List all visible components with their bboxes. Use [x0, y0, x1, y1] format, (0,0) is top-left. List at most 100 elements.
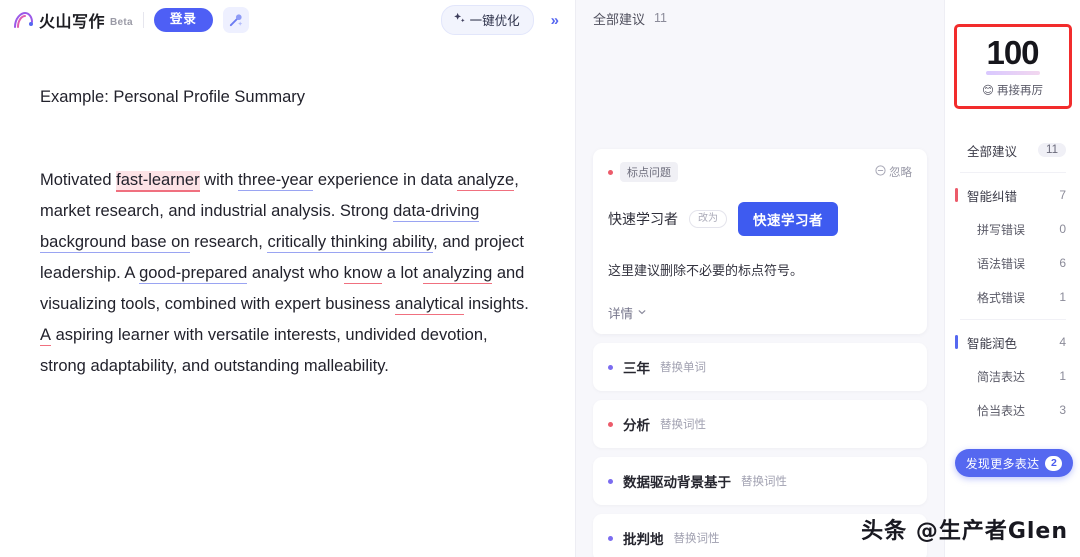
apply-replacement-button[interactable]: 快速学习者: [738, 202, 838, 236]
toolbar-divider: [142, 12, 144, 28]
doc-flagged-text[interactable]: A: [40, 326, 52, 346]
score-value: 100: [986, 33, 1039, 71]
detail-label: 详情: [608, 307, 634, 321]
sidebar-item-1[interactable]: 智能纠错 7: [945, 178, 1080, 212]
suggestion-kind: 替换单词: [660, 362, 706, 374]
optimize-button[interactable]: 一键优化: [440, 5, 534, 35]
sidebar-item-label: 智能纠错: [967, 189, 1018, 204]
doc-text: research,: [189, 233, 268, 251]
suggestion-card-active[interactable]: 标点问题 忽略 快速学习者 改为 快速学习者 这里建议删除不必要的标点符号。 详…: [593, 149, 927, 334]
sidebar-item-2[interactable]: 拼写错误 0: [945, 212, 1080, 246]
suggestions-list: 标点问题 忽略 快速学习者 改为 快速学习者 这里建议删除不必要的标点符号。 详…: [576, 36, 944, 557]
doc-flagged-text[interactable]: analytical: [394, 295, 464, 315]
smile-emoji-icon: 😊: [982, 84, 994, 97]
list-item[interactable]: 分析 替换词性: [593, 400, 927, 448]
sidebar-item-label: 语法错误: [977, 256, 1026, 271]
watermark: 头条 @生产者Glen: [861, 519, 1068, 544]
document-body[interactable]: Example: Personal Profile Summary Motiva…: [0, 40, 576, 557]
doc-text: experience in data: [313, 171, 458, 189]
doc-flagged-text[interactable]: critically thinking ability: [267, 233, 434, 253]
severity-dot-icon: [608, 535, 613, 541]
discover-count: 2: [1045, 455, 1063, 471]
ignore-label: 忽略: [889, 167, 912, 179]
editor-toolbar: 火山写作 Beta 登录 一键优化 »: [0, 0, 576, 40]
sidebar-item-label: 拼写错误: [977, 222, 1026, 237]
sidebar-item-count: 11: [1038, 143, 1066, 157]
sidebar-item-label: 全部建议: [967, 144, 1018, 159]
editor-pane: 火山写作 Beta 登录 一键优化 » Example: Personal Pr…: [0, 0, 576, 557]
doc-flagged-text[interactable]: analyzing: [422, 264, 493, 284]
score-subtitle-label: 再接再厉: [997, 84, 1043, 97]
score-subtitle: 😊 再接再厉: [982, 82, 1043, 98]
score-box: 100 😊 再接再厉: [953, 24, 1072, 109]
magic-wand-icon[interactable]: [222, 7, 249, 33]
replacement-row: 快速学习者 改为 快速学习者: [608, 202, 912, 236]
doc-flagged-text[interactable]: analyze: [457, 171, 515, 191]
ignore-button[interactable]: 忽略: [875, 164, 912, 180]
brand: 火山写作 Beta: [12, 8, 133, 32]
minus-circle-icon: [875, 165, 886, 179]
doc-flagged-text[interactable]: know: [343, 264, 383, 284]
sidebar-item-7[interactable]: 恰当表达 3: [945, 393, 1080, 427]
sidebar-item-label: 恰当表达: [977, 403, 1026, 418]
sidebar-item-label: 智能润色: [967, 336, 1018, 351]
sidebar-item-count: 0: [1059, 222, 1066, 236]
sidebar-item-5[interactable]: 智能润色 4: [945, 325, 1080, 359]
list-item[interactable]: 数据驱动背景基于 替换词性: [593, 457, 927, 505]
category-color-bar: [955, 188, 958, 202]
sparkle-icon: [453, 12, 466, 28]
sidebar-item-4[interactable]: 格式错误 1: [945, 280, 1080, 314]
beta-badge: Beta: [110, 16, 133, 28]
brand-name: 火山写作: [39, 14, 106, 31]
doc-flagged-text[interactable]: three-year: [238, 171, 314, 191]
suggestion-kind: 替换词性: [673, 533, 720, 545]
discover-label: 发现更多表达: [965, 456, 1040, 471]
suggestions-header: 全部建议 11: [576, 0, 944, 36]
sidebar-item-6[interactable]: 简洁表达 1: [945, 359, 1080, 393]
expand-panel-button[interactable]: »: [544, 12, 566, 29]
divider: [959, 172, 1066, 173]
doc-flagged-text[interactable]: fast-learner: [116, 171, 200, 192]
suggestion-description: 这里建议删除不必要的标点符号。: [608, 263, 804, 278]
document-title: Example: Personal Profile Summary: [40, 88, 306, 106]
doc-flagged-text[interactable]: good-prepared: [139, 264, 248, 284]
doc-text: with: [199, 171, 239, 189]
sidebar-item-count: 4: [1059, 335, 1066, 349]
sidebar-item-count: 7: [1059, 188, 1066, 202]
score-sidebar: 100 😊 再接再厉 全部建议 11 智能纠错 7 拼写错误 0 语法错误 6 格式错误 1 智能润…: [944, 0, 1080, 557]
severity-dot-icon: [608, 421, 613, 427]
suggestion-word: 三年: [623, 361, 650, 376]
severity-dot-icon: [608, 364, 613, 370]
category-color-bar: [955, 335, 958, 349]
login-button[interactable]: 登录: [153, 8, 213, 32]
sidebar-item-label: 格式错误: [977, 290, 1026, 305]
sidebar-item-label: 简洁表达: [977, 369, 1026, 384]
detail-toggle[interactable]: 详情: [608, 303, 912, 322]
suggestion-kind: 替换词性: [660, 419, 706, 431]
sidebar-item-3[interactable]: 语法错误 6: [945, 246, 1080, 280]
app-root: 火山写作 Beta 登录 一键优化 » Example: Personal Pr…: [0, 0, 1080, 557]
divider: [959, 319, 1066, 320]
score-underline: [985, 70, 1040, 75]
discover-more-button[interactable]: 发现更多表达 2: [955, 449, 1073, 477]
suggestion-card-header: 标点问题 忽略: [608, 162, 912, 182]
severity-dot-icon: [608, 169, 613, 175]
doc-text: analyst who: [247, 264, 344, 282]
doc-text: Motivated: [40, 171, 117, 189]
category-list: 全部建议 11 智能纠错 7 拼写错误 0 语法错误 6 格式错误 1 智能润色 4 简洁表达 1 恰当表达…: [945, 133, 1080, 427]
document-paragraph: Motivated fast-learner with three-year e…: [40, 165, 536, 382]
sidebar-item-count: 1: [1059, 369, 1066, 383]
suggestions-pane: 全部建议 11 标点问题 忽略 快速学习者 改为 快速学习者 这里建议删除不必要…: [576, 0, 944, 557]
arrow-chip: 改为: [689, 210, 727, 228]
doc-text: aspiring learner with versatile interest…: [40, 326, 488, 375]
suggestion-word: 数据驱动背景基于: [623, 475, 731, 490]
original-text: 快速学习者: [608, 211, 678, 227]
sidebar-item-count: 6: [1059, 256, 1066, 270]
suggestions-header-label: 全部建议: [593, 11, 646, 27]
sidebar-item-count: 1: [1059, 290, 1066, 304]
sidebar-item-0[interactable]: 全部建议 11: [945, 133, 1080, 167]
list-item[interactable]: 三年 替换单词: [593, 343, 927, 391]
doc-text: a lot: [382, 264, 423, 282]
volcano-logo-icon: [12, 10, 34, 30]
doc-text: insights.: [463, 295, 529, 313]
